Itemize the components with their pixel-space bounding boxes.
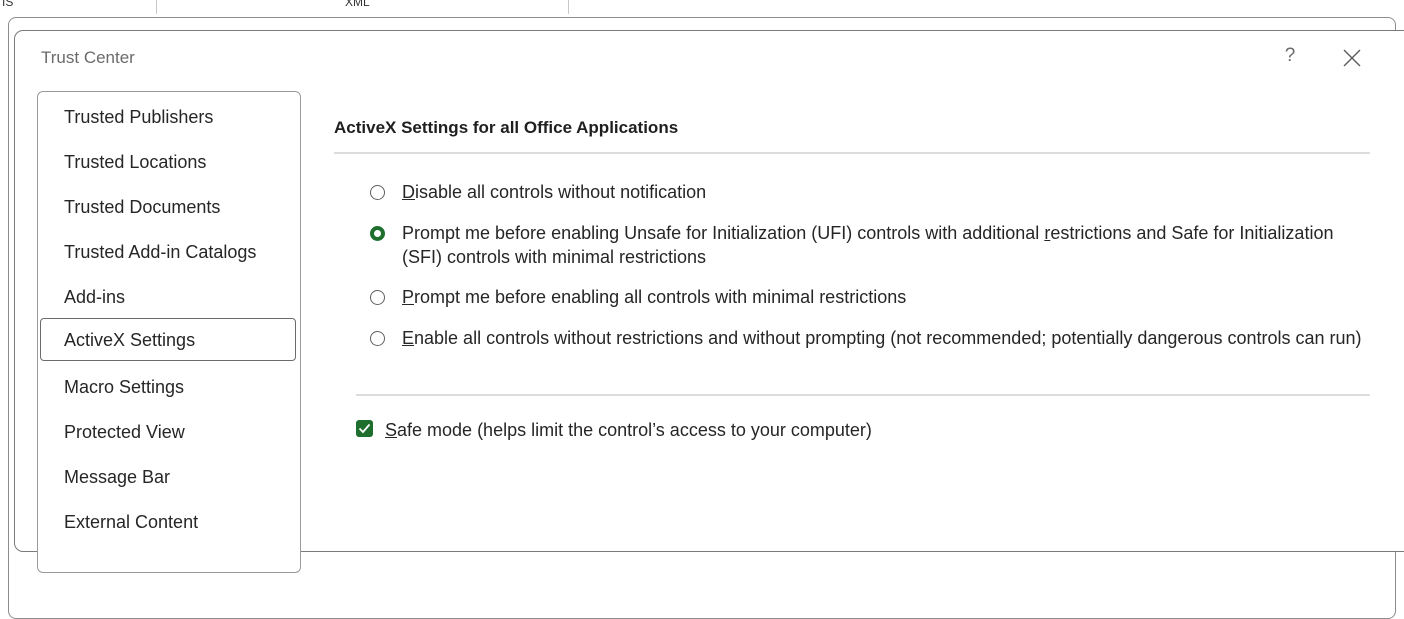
background-app-strip: IS XML [0,0,1404,18]
radio-label: Prompt me before enabling all controls w… [402,287,907,307]
trust-center-nav: Trusted Publishers Trusted Locations Tru… [37,91,301,573]
checkmark-icon [358,423,371,434]
nav-item-external-content[interactable]: External Content [40,504,296,538]
help-button[interactable]: ? [1280,45,1300,69]
nav-item-trusted-locations[interactable]: Trusted Locations [40,144,296,178]
radio-label: Disable all controls without notificatio… [402,182,707,202]
nav-item-trusted-documents[interactable]: Trusted Documents [40,189,296,223]
background-cell-text: XML [345,0,370,9]
radio-button-selected[interactable] [370,226,385,241]
safe-mode-checkbox[interactable] [356,420,373,437]
close-button[interactable] [1337,43,1367,73]
nav-item-activex-settings[interactable]: ActiveX Settings [40,318,296,361]
radio-label: Enable all controls without restrictions… [402,328,1362,348]
radio-button[interactable] [370,185,385,200]
close-icon [1343,49,1361,67]
section-title: ActiveX Settings for all Office Applicat… [334,118,679,137]
nav-item-addins[interactable]: Add-ins [40,279,296,313]
radio-label: Prompt me before enabling Unsafe for Ini… [402,223,1334,267]
radio-button[interactable] [370,331,385,346]
nav-item-trusted-addin-catalogs[interactable]: Trusted Add-in Catalogs [40,234,296,268]
nav-item-message-bar[interactable]: Message Bar [40,459,296,493]
options-divider [356,394,1370,396]
safe-mode-label: Safe mode (helps limit the control’s acc… [385,420,872,440]
background-cell-text: IS [2,0,14,9]
dialog-title: Trust Center [41,48,135,67]
radio-button[interactable] [370,290,385,305]
background-divider [156,0,157,14]
nav-item-macro-settings[interactable]: Macro Settings [40,369,296,403]
nav-item-trusted-publishers[interactable]: Trusted Publishers [40,99,296,133]
section-divider [334,152,1370,154]
nav-item-protected-view[interactable]: Protected View [40,414,296,448]
trust-center-dialog: Trust Center ? Trusted Publishers Truste… [14,30,1404,573]
background-divider [568,0,569,14]
